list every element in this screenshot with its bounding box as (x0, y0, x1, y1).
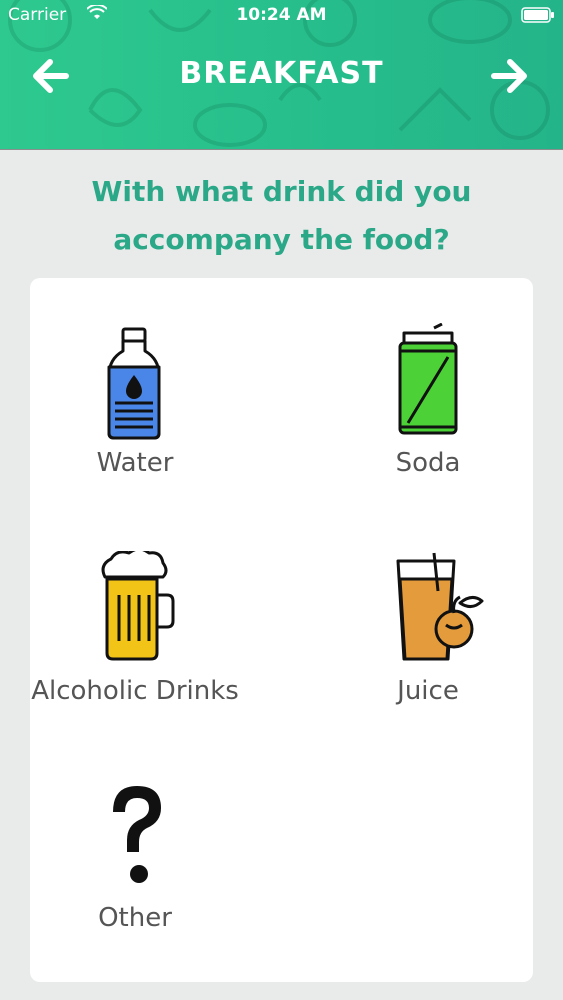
option-alcoholic-drinks[interactable]: Alcoholic Drinks (15, 551, 255, 751)
question-line-1: With what drink did you (91, 175, 472, 208)
page-title: BREAKFAST (179, 56, 384, 91)
arrow-right-icon[interactable] (490, 56, 530, 96)
battery-icon (521, 7, 554, 23)
water-bottle-icon (107, 327, 161, 440)
option-label: Other (98, 903, 172, 933)
option-label: Alcoholic Drinks (31, 676, 239, 706)
option-juice[interactable]: Juice (308, 551, 548, 751)
soda-can-icon (398, 323, 458, 435)
juice-glass-icon (396, 552, 484, 661)
options-card: Water Soda Alcoholic Drinks Juice Other (30, 278, 533, 982)
question-text: With what drink did you accompany the fo… (0, 168, 563, 264)
option-label: Water (96, 448, 174, 478)
option-water[interactable]: Water (15, 323, 255, 523)
clock: 10:24 AM (236, 5, 327, 25)
option-label: Juice (397, 676, 459, 706)
option-label: Soda (395, 448, 461, 478)
header-bar: Carrier 10:24 AM BREAKFAST (0, 0, 563, 150)
option-soda[interactable]: Soda (308, 323, 548, 523)
question-mark-icon (113, 786, 161, 883)
option-other[interactable]: Other (15, 778, 255, 978)
question-line-2: accompany the food? (113, 223, 450, 256)
beer-mug-icon (101, 551, 175, 661)
status-bar: Carrier 10:24 AM (0, 0, 563, 30)
